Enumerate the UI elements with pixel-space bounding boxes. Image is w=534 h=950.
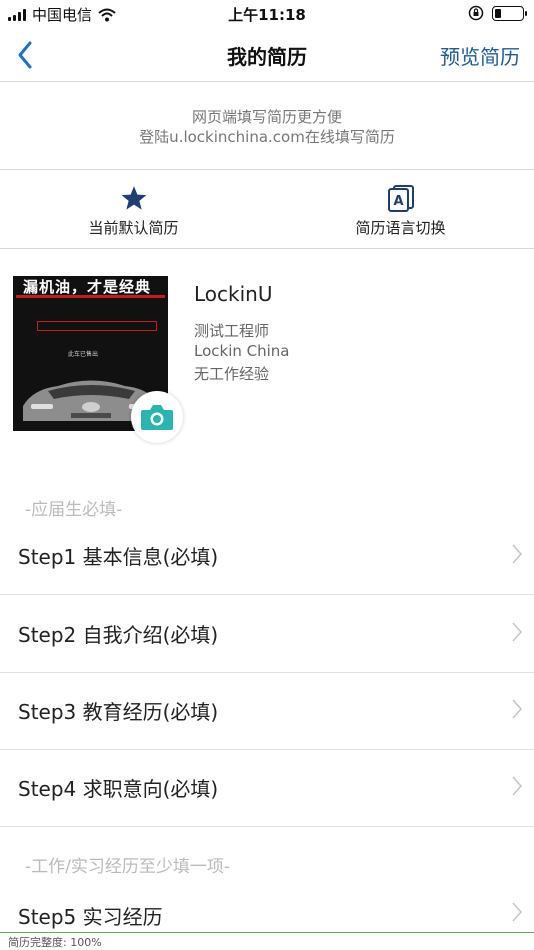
profile-company: Lockin China	[194, 342, 290, 360]
resume-toolbar: 当前默认简历 A 简历语言切换	[0, 171, 534, 249]
notice-line-1: 网页端填写简历更方便	[191, 108, 342, 126]
star-icon	[121, 186, 146, 210]
step5-label: Step5 实习经历	[18, 905, 163, 929]
step1-label: Step1 基本信息(必填)	[18, 545, 219, 569]
status-bar: 中国电信 上午11:18	[0, 0, 534, 28]
completeness-text: 简历完整度: 100%	[8, 936, 102, 949]
language-icon-letter: A	[393, 194, 403, 209]
chevron-right-icon	[512, 902, 522, 922]
avatar-poster-box	[37, 321, 157, 331]
language-icon: A	[387, 185, 414, 212]
chevron-right-icon	[512, 622, 522, 642]
camera-icon	[141, 405, 173, 430]
default-resume-label: 当前默认简历	[88, 219, 179, 237]
avatar-poster-tag: 此车已售出	[68, 351, 99, 358]
status-time: 上午11:18	[228, 6, 306, 24]
chevron-right-icon	[512, 776, 522, 796]
profile-card: 漏机油，才是经典 此车已售出 LockinU 测试工程师 Lockin Chin…	[0, 250, 534, 450]
step1-basic-info[interactable]: Step1 基本信息(必填)	[0, 517, 534, 595]
step4-label: Step4 求职意向(必填)	[18, 777, 219, 801]
default-resume-button[interactable]: 当前默认简历	[0, 171, 267, 248]
nav-bar: 我的简历 预览简历	[0, 28, 534, 82]
step2-label: Step2 自我介绍(必填)	[18, 623, 219, 647]
web-notice: 网页端填写简历更方便 登陆u.lockinchina.com在线填写简历	[0, 83, 534, 170]
battery-icon	[492, 5, 527, 21]
step3-label: Step3 教育经历(必填)	[18, 700, 219, 724]
language-switch-button[interactable]: A 简历语言切换	[267, 171, 534, 248]
profile-job-title: 测试工程师	[194, 322, 270, 340]
chevron-right-icon	[512, 544, 522, 564]
profile-experience: 无工作经验	[194, 365, 270, 383]
step4-job-intention[interactable]: Step4 求职意向(必填)	[0, 749, 534, 827]
rotation-lock-icon	[468, 5, 484, 21]
completeness-bar: 简历完整度: 100%	[0, 932, 534, 950]
chevron-right-icon	[512, 699, 522, 719]
language-switch-label: 简历语言切换	[355, 219, 446, 237]
change-photo-button[interactable]	[131, 391, 183, 443]
avatar-poster-title: 漏机油，才是经典	[23, 278, 152, 296]
notice-line-2: 登陆u.lockinchina.com在线填写简历	[139, 128, 395, 146]
step3-education[interactable]: Step3 教育经历(必填)	[0, 672, 534, 750]
step2-self-intro[interactable]: Step2 自我介绍(必填)	[0, 595, 534, 673]
status-right	[468, 5, 527, 21]
preview-resume-button[interactable]: 预览简历	[440, 41, 520, 70]
avatar-poster-line	[16, 295, 165, 298]
profile-name: LockinU	[194, 282, 273, 306]
